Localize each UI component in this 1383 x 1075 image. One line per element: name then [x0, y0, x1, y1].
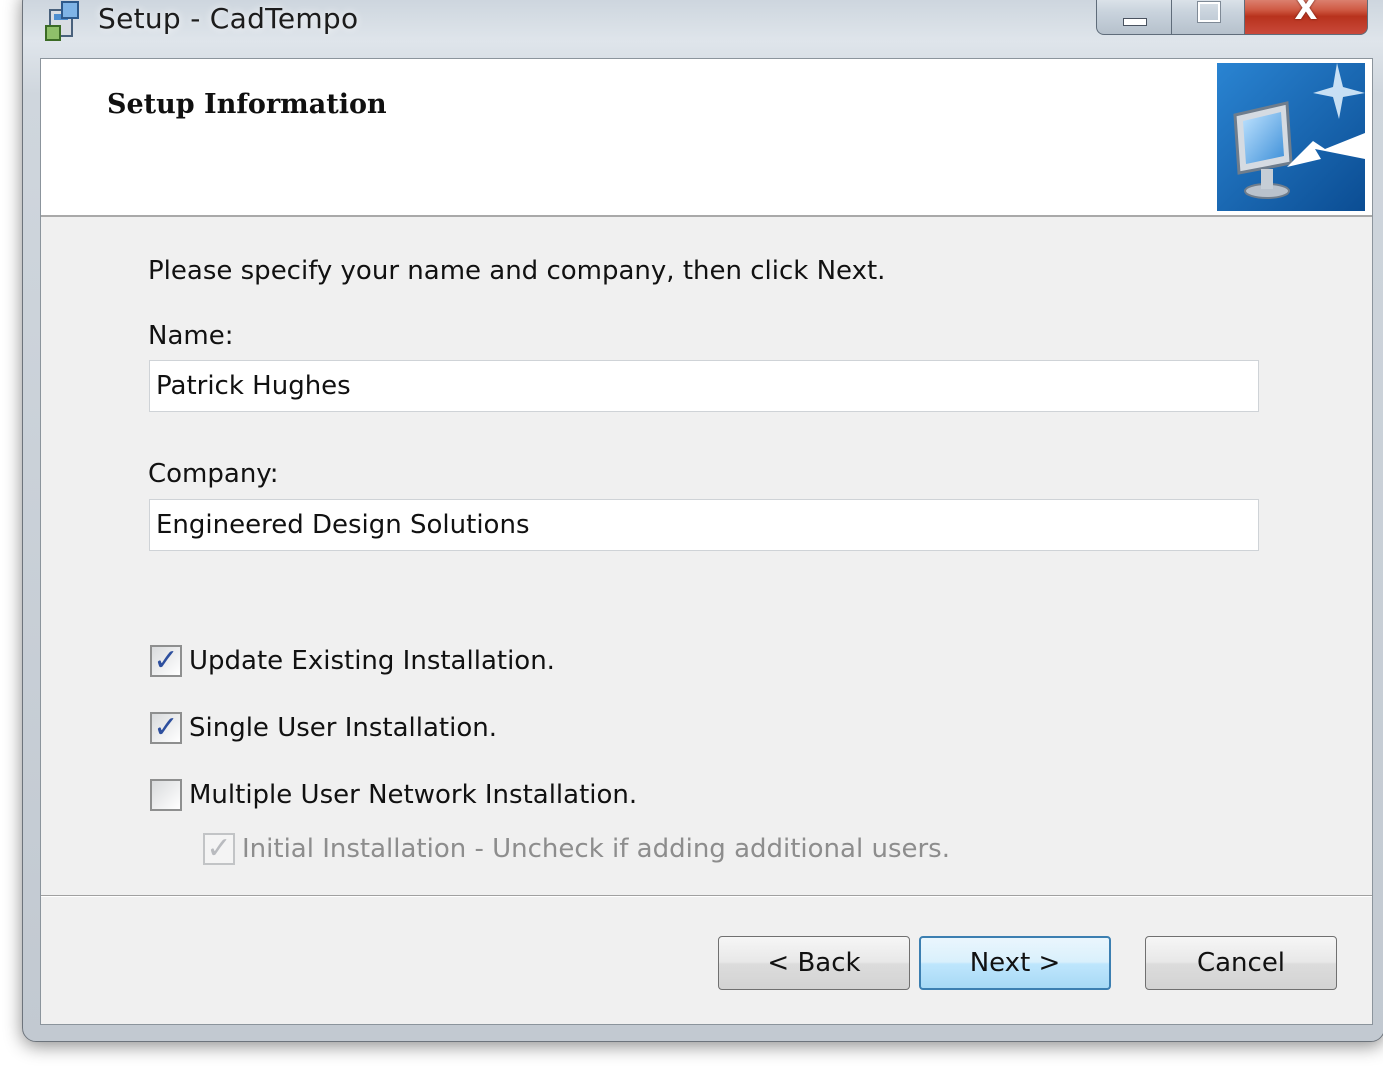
- initial-install-checkbox-row: ✓ Initial Installation - Uncheck if addi…: [203, 831, 950, 866]
- window-title: Setup - CadTempo: [98, 2, 359, 35]
- minimize-icon: [1123, 18, 1147, 26]
- single-user-label: Single User Installation.: [189, 713, 497, 743]
- maximize-icon: [1198, 2, 1220, 22]
- close-icon: X: [1294, 0, 1318, 27]
- setup-app-icon: [45, 1, 79, 41]
- initial-install-label: Initial Installation - Uncheck if adding…: [242, 834, 950, 864]
- checkmark-icon: ✓: [206, 831, 232, 866]
- name-label: Name:: [148, 321, 234, 351]
- maximize-button[interactable]: [1172, 0, 1245, 35]
- computer-monitor-arrow-icon: [1217, 63, 1365, 211]
- single-user-checkbox-row[interactable]: ✓ Single User Installation.: [150, 710, 497, 745]
- initial-install-checkbox: ✓: [203, 831, 235, 866]
- cancel-button[interactable]: Cancel: [1145, 936, 1337, 990]
- multi-user-checkbox[interactable]: [150, 779, 182, 811]
- wizard-header: Setup Information: [41, 59, 1372, 217]
- multi-user-checkbox-row[interactable]: Multiple User Network Installation.: [150, 779, 637, 811]
- name-field[interactable]: [149, 360, 1259, 412]
- back-button[interactable]: < Back: [718, 936, 910, 990]
- company-field[interactable]: [149, 499, 1259, 551]
- page-title: Setup Information: [107, 89, 387, 120]
- footer-divider: [41, 895, 1372, 897]
- close-button[interactable]: X: [1245, 0, 1368, 35]
- checkmark-icon: ✓: [153, 643, 179, 678]
- update-existing-checkbox-row[interactable]: ✓ Update Existing Installation.: [150, 643, 555, 678]
- instruction-text: Please specify your name and company, th…: [148, 256, 886, 286]
- next-button[interactable]: Next >: [919, 936, 1111, 990]
- single-user-checkbox[interactable]: ✓: [150, 710, 182, 745]
- minimize-button[interactable]: [1096, 0, 1172, 35]
- multi-user-label: Multiple User Network Installation.: [189, 780, 638, 810]
- company-label: Company:: [148, 459, 279, 489]
- checkmark-icon: ✓: [153, 710, 179, 745]
- dialog-client-area: Setup Information Please specify your na…: [40, 58, 1373, 1025]
- window-controls: X: [1096, 0, 1368, 35]
- update-existing-label: Update Existing Installation.: [189, 646, 555, 676]
- update-existing-checkbox[interactable]: ✓: [150, 643, 182, 678]
